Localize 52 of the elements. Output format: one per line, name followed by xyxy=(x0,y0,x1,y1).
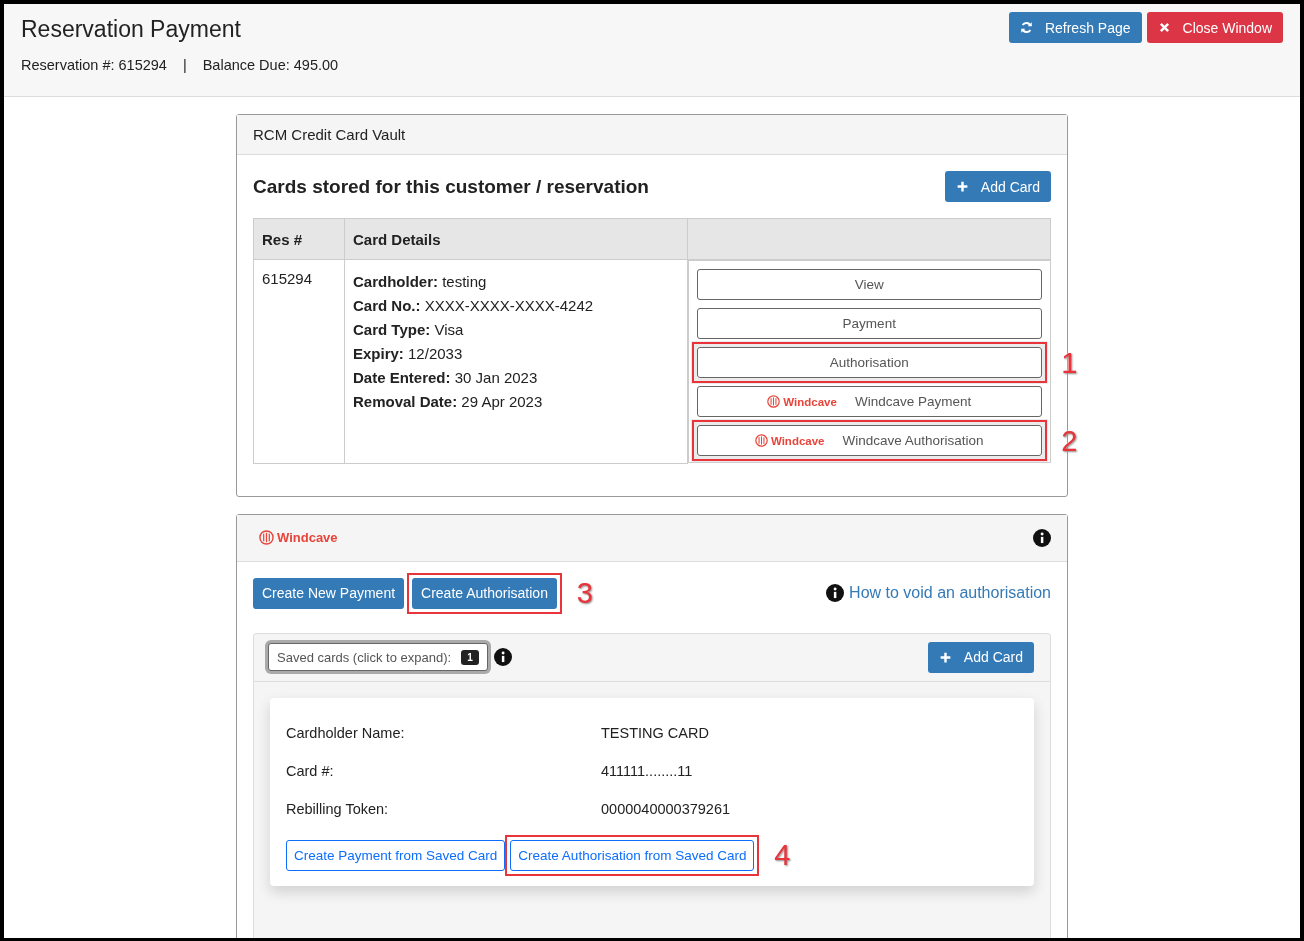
field-value: 0000040000379261 xyxy=(601,800,731,817)
card-detail: Date Entered: 30 Jan 2023 xyxy=(353,368,539,388)
logo-icon xyxy=(754,434,768,447)
count-badge: 1 xyxy=(461,649,479,665)
separator: | xyxy=(181,57,188,73)
info-icon xyxy=(826,584,845,602)
table-cell: 615294 xyxy=(253,259,345,463)
section-heading: Cards stored for this customer / reservation xyxy=(253,175,649,198)
add-card-button[interactable]: Add Card xyxy=(944,171,1051,202)
help-link[interactable]: How to void an authorisation xyxy=(826,584,1051,602)
add-card-button[interactable]: Add Card xyxy=(927,641,1034,673)
brand-name: Windcave xyxy=(277,530,338,545)
panel-heading: RCM Credit Card Vault xyxy=(237,115,1067,155)
card-detail: Card No.: XXXX-XXXX-XXXX-4242 xyxy=(353,296,595,316)
refresh-page-button[interactable]: Refresh Page xyxy=(1008,12,1142,43)
field-label: Rebilling Token: xyxy=(286,800,390,817)
saved-card-button[interactable]: Create Authorisation from Saved Card xyxy=(510,839,755,871)
logo-icon xyxy=(767,395,781,408)
create-button[interactable]: Create Authorisation xyxy=(412,577,557,609)
field-value: 411111........11 xyxy=(601,762,693,779)
column-header: Card Details xyxy=(344,218,688,260)
info-icon[interactable] xyxy=(1033,528,1051,547)
callout-number: 2 xyxy=(1061,424,1078,457)
close-icon xyxy=(1157,21,1171,34)
info-icon[interactable] xyxy=(493,648,512,666)
action-button[interactable]: Payment xyxy=(697,308,1042,339)
card-detail: Removal Date: 29 Apr 2023 xyxy=(353,392,544,412)
action-button[interactable]: Authorisation xyxy=(697,347,1042,378)
action-button[interactable]: View xyxy=(697,269,1042,300)
callout-number: 4 xyxy=(774,838,791,872)
saved-card-button[interactable]: Create Payment from Saved Card xyxy=(286,839,506,871)
refresh-icon xyxy=(1019,21,1033,34)
saved-cards-toggle[interactable]: Saved cards (click to expand): 1 xyxy=(268,643,488,671)
field-value: TESTING CARD xyxy=(601,724,709,741)
card-detail: Expiry: 12/2033 xyxy=(353,344,464,364)
logo-icon xyxy=(259,530,274,545)
balance-due: Balance Due: 495.00 xyxy=(202,57,339,73)
callout-number: 1 xyxy=(1061,346,1078,379)
close-window-button[interactable]: Close Window xyxy=(1146,12,1283,43)
page-title: Reservation Payment xyxy=(21,16,242,43)
windcave-button[interactable]: Windcave Windcave Payment xyxy=(697,386,1042,417)
plus-icon xyxy=(938,650,952,664)
plus-icon xyxy=(955,180,969,193)
field-label: Card #: xyxy=(286,762,335,779)
create-button[interactable]: Create New Payment xyxy=(253,577,405,609)
windcave-button[interactable]: Windcave Windcave Authorisation xyxy=(697,425,1042,456)
reservation-number: Reservation #: 615294 xyxy=(21,57,167,73)
card-detail: Cardholder: testing xyxy=(353,272,488,292)
card-detail: Card Type: Visa xyxy=(353,320,465,340)
callout-number: 3 xyxy=(576,576,593,610)
field-label: Cardholder Name: xyxy=(286,724,406,741)
column-header: Res # xyxy=(253,218,345,260)
